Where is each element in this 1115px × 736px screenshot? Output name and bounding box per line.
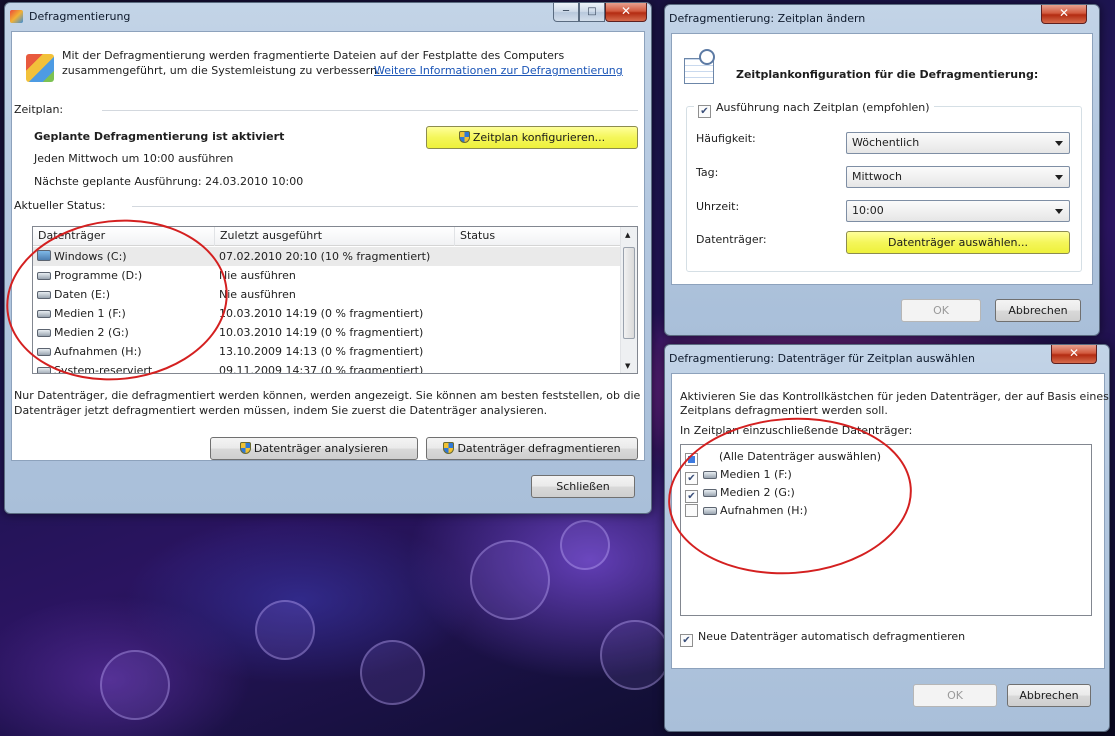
background-bokeh [255,600,315,660]
last-run-cell: 10.03.2010 14:19 (0 % fragmentiert) [219,307,424,320]
last-run-cell: Nie ausführen [219,269,296,282]
analyze-label: Datenträger analysieren [253,442,389,455]
intro-text-line2: zusammengeführt, um die Systemleistung z… [62,64,381,77]
schedule-dialog-title: Defragmentierung: Zeitplan ändern [669,12,866,25]
auto-new-label: Neue Datenträger automatisch defragmenti… [698,630,966,643]
defrag-app-icon [26,54,54,82]
last-run-cell: 07.02.2010 20:10 (10 % fragmentiert) [219,250,431,263]
last-run-cell: 13.10.2009 14:13 (0 % fragmentiert) [219,345,424,358]
chevron-down-icon [1055,141,1063,146]
uac-shield-icon [443,442,455,454]
schedule-status: Geplante Defragmentierung ist aktiviert [34,130,285,143]
background-bokeh [360,640,425,705]
column-status[interactable]: Status [455,227,622,246]
auto-new-checkbox[interactable]: Neue Datenträger automatisch defragmenti… [680,630,965,647]
run-on-schedule-label: Ausführung nach Zeitplan (empfohlen) [716,101,930,114]
calendar-icon [684,49,715,84]
more-info-link[interactable]: Weitere Informationen zur Defragmentieru… [374,64,623,77]
checkbox-mark [680,634,693,647]
checkbox-mark [698,105,711,118]
analyze-button[interactable]: Datenträger analysieren [210,437,418,460]
current-status-heading: Aktueller Status: [14,199,106,212]
last-run-cell: Nie ausführen [219,288,296,301]
disk-dialog-title: Defragmentierung: Datenträger für Zeitpl… [669,352,975,365]
schedule-heading: Zeitplan: [14,103,64,116]
schedule-cancel-label: Abbrechen [1008,304,1068,317]
clock-icon [699,49,715,65]
note-line1: Nur Datenträger, die defragmentiert werd… [14,389,641,402]
drive-list-scrollbar[interactable]: ▲ ▼ [620,227,637,373]
disk-ok-button[interactable]: OK [913,684,997,707]
schedule-dialog: Defragmentierung: Zeitplan ändern ✕ Zeit… [664,4,1100,336]
app-icon [10,10,23,23]
close-button[interactable]: Schließen [531,475,635,498]
disk-dialog-desc-line1: Aktivieren Sie das Kontrollkästchen für … [680,390,1109,403]
schedule-dialog-title-bar[interactable]: Defragmentierung: Zeitplan ändern ✕ [665,5,1099,33]
day-label: Tag: [696,166,719,179]
time-value: 10:00 [852,204,884,217]
disks-label: Datenträger: [696,233,767,246]
disk-ok-label: OK [947,689,963,702]
uac-shield-icon [239,442,251,454]
background-bokeh [560,520,610,570]
title-bar[interactable]: Defragmentierung ─ □ ✕ [5,3,651,31]
frequency-select[interactable]: Wöchentlich [846,132,1070,154]
next-run: Nächste geplante Ausführung: 24.03.2010 … [34,175,304,188]
minimize-button[interactable]: ─ [553,3,579,22]
frequency-value: Wöchentlich [852,136,920,149]
close-label: Schließen [556,480,610,493]
last-run-cell: 09.11.2009 14:37 (0 % fragmentiert) [219,364,424,374]
note-line2: Datenträger jetzt defragmentiert werden … [14,404,548,417]
maximize-button[interactable]: □ [579,3,605,22]
chevron-down-icon [1055,209,1063,214]
time-label: Uhrzeit: [696,200,740,213]
window-title: Defragmentierung [29,10,131,23]
defragment-label: Datenträger defragmentieren [457,442,621,455]
drive-icon [37,367,51,373]
background-bokeh [100,650,170,720]
scroll-up-icon[interactable]: ▲ [625,231,630,239]
day-value: Mittwoch [852,170,902,183]
intro-text-line1: Mit der Defragmentierung werden fragment… [62,49,565,62]
configure-schedule-label: Zeitplan konfigurieren... [472,131,606,144]
chevron-down-icon [1055,175,1063,180]
background-bokeh [470,540,550,620]
schedule-ok-button[interactable]: OK [901,299,981,322]
column-last-run[interactable]: Zuletzt ausgeführt [215,227,455,246]
status-divider [132,206,638,207]
uac-shield-icon [458,131,470,143]
last-run-cell: 10.03.2010 14:19 (0 % fragmentiert) [219,326,424,339]
background-bokeh [600,620,670,690]
configure-schedule-button[interactable]: Zeitplan konfigurieren... [426,126,638,149]
scrollbar-thumb[interactable] [623,247,635,339]
run-on-schedule-checkbox[interactable]: Ausführung nach Zeitplan (empfohlen) [694,101,934,118]
disk-dialog-desc-line2: Zeitplans defragmentiert werden soll. [680,404,888,417]
select-disks-button[interactable]: Datenträger auswählen... [846,231,1070,254]
day-select[interactable]: Mittwoch [846,166,1070,188]
defragment-button[interactable]: Datenträger defragmentieren [426,437,638,460]
schedule-ok-label: OK [933,304,949,317]
schedule-dialog-close-button[interactable]: ✕ [1041,5,1087,24]
schedule-config-heading: Zeitplankonfiguration für die Defragment… [736,68,1039,81]
select-disks-label: Datenträger auswählen... [887,236,1029,249]
disk-cancel-label: Abbrechen [1019,689,1079,702]
time-select[interactable]: 10:00 [846,200,1070,222]
scroll-down-icon[interactable]: ▼ [625,362,630,370]
disk-dialog-close-button[interactable]: ✕ [1051,345,1097,364]
frequency-label: Häufigkeit: [696,132,756,145]
schedule-dialog-client: Zeitplankonfiguration für die Defragment… [671,33,1093,285]
schedule-cancel-button[interactable]: Abbrechen [995,299,1081,322]
schedule-divider [102,110,638,111]
schedule-run: Jeden Mittwoch um 10:00 ausführen [34,152,234,165]
disk-dialog-title-bar[interactable]: Defragmentierung: Datenträger für Zeitpl… [665,345,1109,373]
disk-cancel-button[interactable]: Abbrechen [1007,684,1091,707]
close-window-button[interactable]: ✕ [605,3,647,22]
